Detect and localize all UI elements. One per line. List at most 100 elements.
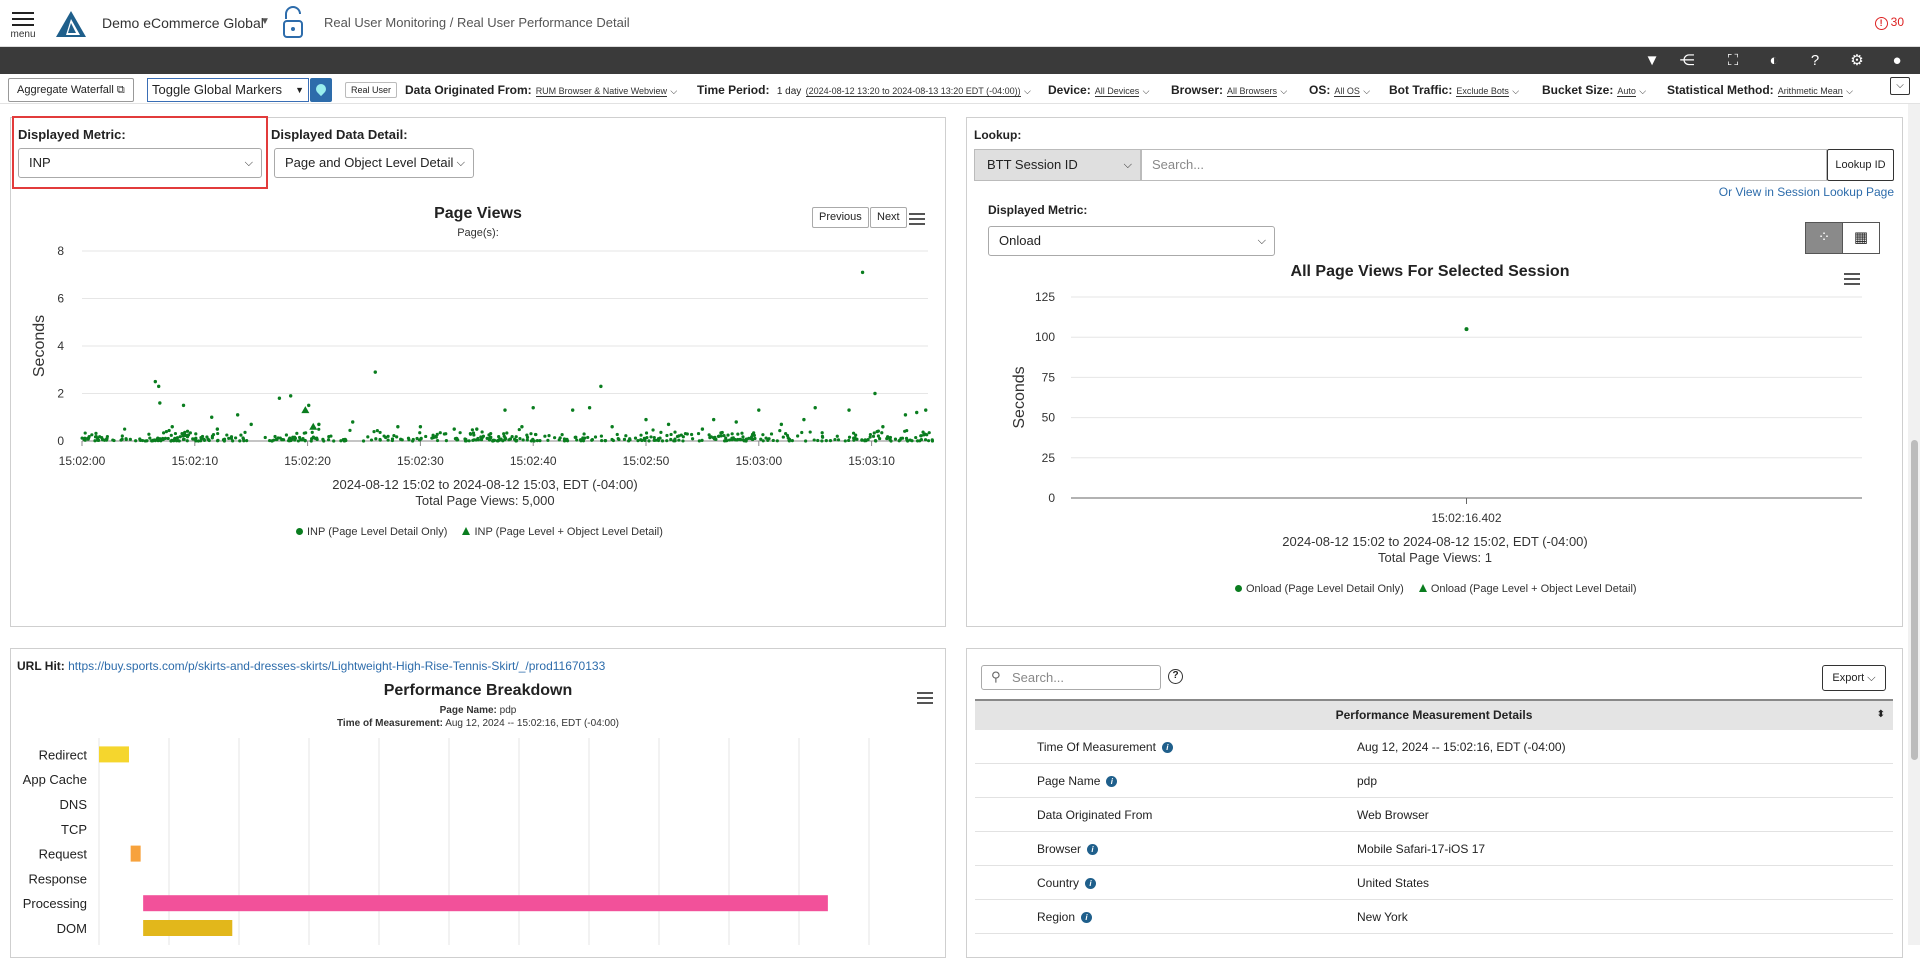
data-point	[821, 435, 825, 439]
breakdown-chart: Redirect App Cache DNS TCP Request Response Pr…	[23, 738, 870, 945]
detail-select[interactable]: Page and Object Level Detail ⌵	[274, 148, 474, 178]
chevron-down-icon: ⌵	[456, 157, 465, 169]
info-icon[interactable]: i	[1081, 912, 1093, 923]
data-point	[820, 439, 824, 443]
table-view-toggle[interactable]: ▦	[1842, 222, 1880, 254]
data-point	[182, 437, 186, 441]
data-point	[847, 438, 851, 443]
right-metric-select[interactable]: Onload ⌵	[988, 226, 1275, 256]
info-icon[interactable]: i	[1087, 844, 1099, 855]
browser-filter[interactable]: Browser: All Browsers ⌵	[1171, 83, 1287, 97]
data-point	[707, 433, 711, 437]
share-icon[interactable]: ⋲	[1678, 52, 1696, 70]
real-user-toggle[interactable]: Real User	[345, 82, 398, 98]
fullscreen-icon[interactable]: ⛶	[1724, 52, 1742, 70]
data-point	[835, 434, 839, 438]
data-point	[400, 438, 404, 442]
lookup-search-input[interactable]: Search...	[1141, 149, 1827, 181]
toggle-markers-select[interactable]: Toggle Global Markers ▼	[147, 78, 309, 102]
data-point	[186, 433, 191, 437]
lookup-id-button[interactable]: Lookup ID	[1827, 149, 1894, 181]
browser-label: Browser:	[1171, 83, 1224, 97]
metric-select[interactable]: INP ⌵	[18, 148, 262, 178]
chart-menu-icon[interactable]	[917, 689, 933, 707]
alert-badge[interactable]: ! 30	[1874, 15, 1904, 30]
statistical-method-filter[interactable]: Statistical Method: Arithmetic Mean ⌵	[1667, 83, 1853, 97]
data-point	[378, 438, 382, 442]
data-point	[681, 435, 685, 439]
info-icon[interactable]: i	[1106, 776, 1118, 787]
data-point	[455, 436, 459, 441]
aggregate-waterfall-button[interactable]: Aggregate Waterfall ⧉	[8, 78, 134, 102]
data-point	[745, 437, 749, 441]
org-name[interactable]: Demo eCommerce Global	[102, 15, 264, 31]
row-key: Region	[1037, 910, 1076, 924]
legend-item[interactable]: INP (Page Level Detail Only)	[307, 526, 447, 538]
data-point	[871, 434, 876, 438]
row-key: Country	[1037, 876, 1080, 890]
data-point	[273, 434, 277, 439]
session-lookup-link[interactable]: Or View in Session Lookup Page	[1719, 185, 1894, 199]
info-icon[interactable]: i	[1161, 742, 1173, 753]
data-point	[90, 433, 94, 437]
data-point	[697, 439, 701, 443]
x-tick-label: 15:02:30	[397, 454, 444, 468]
x-tick-label: 15:02:40	[510, 454, 557, 468]
next-button[interactable]: Next	[870, 207, 907, 228]
lookup-type-select[interactable]: BTT Session ID ⌵	[974, 149, 1141, 181]
contrast-icon[interactable]: ◐	[1765, 52, 1783, 70]
time-period-filter[interactable]: Time Period: 1 day (2024-08-12 13:20 to …	[697, 83, 1031, 97]
unlock-icon[interactable]	[280, 5, 306, 41]
gear-icon[interactable]: ⚙	[1848, 52, 1866, 70]
alert-count: 30	[1890, 15, 1904, 29]
details-table-header[interactable]: Performance Measurement Details ⬍	[975, 699, 1893, 730]
data-point-triangle	[301, 406, 310, 414]
legend-item[interactable]: Onload (Page Level + Object Level Detail…	[1431, 583, 1637, 595]
help-icon[interactable]: ?	[1806, 52, 1824, 70]
device-label: Device:	[1048, 83, 1091, 97]
marker-pin-button[interactable]	[310, 78, 332, 102]
time-period-value: 1 day	[776, 86, 802, 97]
data-point	[183, 430, 187, 434]
filter-icon[interactable]: ▼	[1643, 52, 1661, 70]
previous-button[interactable]: Previous	[812, 207, 869, 228]
statistical-method-value: Arithmetic Mean	[1777, 86, 1843, 97]
info-icon[interactable]: i	[1085, 878, 1097, 889]
category-label: Request	[39, 847, 88, 862]
help-icon[interactable]: ?	[1168, 669, 1183, 684]
row-value: pdp	[1357, 774, 1378, 788]
chevron-down-icon: ⌵	[1123, 159, 1132, 171]
chart-menu-icon[interactable]	[909, 210, 925, 228]
data-point	[112, 438, 116, 443]
device-filter[interactable]: Device: All Devices ⌵	[1048, 83, 1149, 97]
collapse-filters-button[interactable]: ⌵	[1890, 77, 1910, 95]
legend-item[interactable]: Onload (Page Level Detail Only)	[1246, 583, 1404, 595]
menu-button[interactable]: menu	[10, 8, 36, 40]
export-button[interactable]: Export ⌵	[1822, 665, 1886, 691]
scrollbar-thumb[interactable]	[1911, 440, 1918, 760]
user-icon[interactable]: ●	[1888, 52, 1906, 70]
data-point	[293, 438, 297, 442]
data-point	[796, 434, 800, 438]
page-views-chart: 0 2 4 6 8 15:02:00 15:02:10 15:02:20 15:02:30 15:…	[31, 244, 935, 468]
data-point	[151, 438, 155, 442]
scatter-view-toggle[interactable]: ⁘	[1805, 222, 1843, 254]
breakdown-page-name: Page Name: pdp	[300, 705, 656, 716]
data-point	[587, 406, 592, 410]
data-point	[475, 427, 479, 431]
legend-item[interactable]: INP (Page Level + Object Level Detail)	[474, 526, 662, 538]
details-search-input[interactable]: Search...	[981, 665, 1161, 690]
data-point	[666, 422, 671, 427]
bot-traffic-filter[interactable]: Bot Traffic: Exclude Bots ⌵	[1389, 83, 1519, 97]
data-point	[714, 437, 718, 441]
data-point	[173, 431, 178, 436]
os-filter[interactable]: OS: All OS ⌵	[1309, 83, 1370, 97]
data-point	[665, 433, 669, 438]
data-point	[880, 431, 884, 435]
bucket-size-filter[interactable]: Bucket Size: Auto ⌵	[1542, 83, 1646, 97]
data-origin-filter[interactable]: Data Originated From: RUM Browser & Nativ…	[405, 83, 677, 97]
url-hit-link[interactable]: https://buy.sports.com/p/skirts-and-dres…	[68, 659, 605, 673]
org-dropdown-icon[interactable]: ▼	[260, 16, 270, 27]
data-point	[669, 432, 673, 437]
data-point	[766, 438, 770, 442]
